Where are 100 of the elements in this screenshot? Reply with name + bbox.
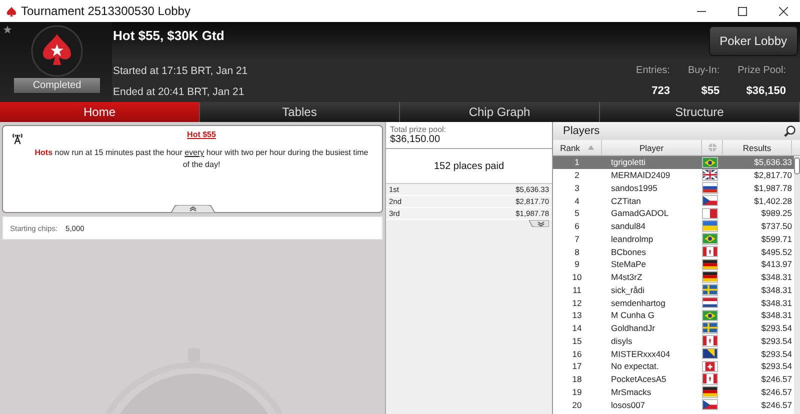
stat-label: Prize Pool: <box>738 64 786 76</box>
rank-cell-text: 12 <box>571 298 583 308</box>
announcement-link[interactable]: Hot $55 <box>187 130 216 139</box>
player-name: losos007 <box>610 400 646 410</box>
player-row[interactable]: 16 MISTERxxx404 $293.54 <box>553 347 794 360</box>
player-row[interactable]: 18 PocketAcesA5 $246.57 <box>553 372 794 386</box>
rank-cell-text: 15 <box>571 336 583 346</box>
player-row[interactable]: 20 losos007 $246.57 <box>553 398 794 411</box>
search-icon[interactable] <box>784 125 796 137</box>
player-name: semdenhartog <box>610 298 666 308</box>
maximize-icon[interactable] <box>738 6 747 16</box>
total-prize-label: Total prize pool: <box>390 125 448 134</box>
rank-cell-text: 4 <box>574 196 580 206</box>
favorite-star-icon[interactable] <box>3 25 12 34</box>
tab[interactable]: Chip Graph <box>400 102 600 122</box>
rank-cell-text: 18 <box>571 374 583 384</box>
player-name: MERMAID2409 <box>610 170 672 180</box>
flag-icon <box>703 362 717 372</box>
flag-icon <box>703 336 717 346</box>
player-name: sick_rådi <box>610 284 646 295</box>
player-row[interactable]: 9 SteMaPe $413.97 <box>553 258 794 271</box>
player-row[interactable]: 19 MrSmacks $246.57 <box>553 386 794 398</box>
rank-cell-text: 3 <box>574 182 580 193</box>
result-cell-text: $246.57 <box>760 386 793 397</box>
tab[interactable]: Tables <box>200 102 400 122</box>
result-cell-text: $293.54 <box>760 336 793 346</box>
app-logo-icon <box>6 6 17 16</box>
flag-icon <box>703 272 717 282</box>
flag-icon <box>703 260 717 270</box>
player-row[interactable]: 6 sandul84 $737.50 <box>553 220 794 232</box>
flag-icon <box>703 221 717 231</box>
sort-ascending-icon <box>588 145 594 150</box>
player-name: tgrigoletti <box>610 157 646 168</box>
player-name: MrSmacks <box>610 386 652 397</box>
player-row[interactable]: 5 GamadGADOL $989.25 <box>553 207 794 220</box>
flag-icon <box>703 374 717 384</box>
player-name: CZTitan <box>610 196 642 206</box>
rank-cell-text: 17 <box>571 361 583 372</box>
player-row[interactable]: 2 MERMAID2409 $2,817.70 <box>553 168 794 182</box>
flag-icon <box>703 400 717 410</box>
broadcast-antenna-icon <box>11 132 24 145</box>
player-row[interactable]: 12 semdenhartog $348.31 <box>553 296 794 309</box>
result-cell-text: $348.31 <box>760 284 793 295</box>
player-row[interactable]: 7 leandrolmp $599.71 <box>553 232 794 246</box>
rank-cell-text: 8 <box>574 246 580 257</box>
player-name: MISTERxxx404 <box>610 348 672 359</box>
rank-cell-text: 10 <box>571 272 583 282</box>
flag-icon <box>703 234 717 244</box>
scrollbar[interactable] <box>794 156 800 414</box>
player-row[interactable]: 1 tgrigoletti $5,636.33 <box>553 156 794 169</box>
player-name: No expectat. <box>610 361 660 372</box>
player-name: sandos1995 <box>610 182 658 193</box>
result-cell-text: $348.31 <box>760 298 793 308</box>
column-header[interactable]: Rank <box>553 140 602 155</box>
player-name: GoldhandJr <box>610 323 656 334</box>
rank-cell-text: 14 <box>571 323 583 334</box>
spade-logo-icon <box>31 25 83 77</box>
result-cell-text: $495.52 <box>760 246 793 257</box>
flag-icon <box>703 323 717 333</box>
total-prize-amount: $36,150.00 <box>390 134 442 145</box>
result-cell-text: $1,402.28 <box>753 196 793 206</box>
player-row[interactable]: 17 No expectat. $293.54 <box>553 360 794 373</box>
rank-cell-text: 9 <box>574 259 580 270</box>
flag-icon <box>703 387 717 397</box>
player-row[interactable]: 4 CZTitan $1,402.28 <box>553 194 794 207</box>
flag-icon <box>703 183 717 193</box>
expand-tab-icon[interactable] <box>529 220 549 227</box>
column-header[interactable]: Results <box>723 140 792 155</box>
result-cell-text: $989.25 <box>760 208 793 218</box>
player-row[interactable]: 8 BCbones $495.52 <box>553 245 794 258</box>
player-name: PocketAcesA5 <box>610 374 668 384</box>
player-name: M4st3rZ <box>610 272 644 282</box>
poker-lobby-button[interactable]: Poker Lobby <box>708 26 798 56</box>
player-row[interactable]: 15 disyls $293.54 <box>553 334 794 348</box>
result-cell-text: $246.57 <box>760 374 793 384</box>
player-row[interactable]: 11 sick_rådi $348.31 <box>553 284 794 296</box>
result-cell-text: $737.50 <box>760 221 793 232</box>
player-row[interactable]: 14 GoldhandJr $293.54 <box>553 322 794 334</box>
places-paid: 152 places paid <box>386 149 552 184</box>
end-time: Ended at 20:41 BRT, Jan 21 <box>113 86 246 98</box>
stat-value: $36,150 <box>746 85 786 98</box>
tournament-title: Hot $55, $30K Gtd <box>113 28 224 43</box>
status-ribbon: Completed <box>14 78 100 93</box>
player-name: SteMaPe <box>610 259 647 270</box>
result-cell-text: $293.54 <box>760 361 793 372</box>
rank-cell-text: 11 <box>572 284 582 295</box>
result-cell-text: $348.31 <box>760 310 793 320</box>
flag-icon <box>703 170 717 180</box>
column-header[interactable]: Player <box>602 140 702 155</box>
player-row[interactable]: 3 sandos1995 $1,987.78 <box>553 182 794 194</box>
flag-icon <box>703 285 717 295</box>
close-icon[interactable] <box>779 6 788 16</box>
flag-icon <box>703 246 717 256</box>
player-row[interactable]: 10 M4st3rZ $348.31 <box>553 270 794 284</box>
flag-icon <box>703 196 717 206</box>
result-cell-text: $293.54 <box>760 348 793 359</box>
tab[interactable]: Home <box>0 102 200 122</box>
collapse-tab-icon[interactable] <box>171 205 215 213</box>
tab[interactable]: Structure <box>600 102 800 122</box>
player-row[interactable]: 13 M Cunha G $348.31 <box>553 309 794 322</box>
